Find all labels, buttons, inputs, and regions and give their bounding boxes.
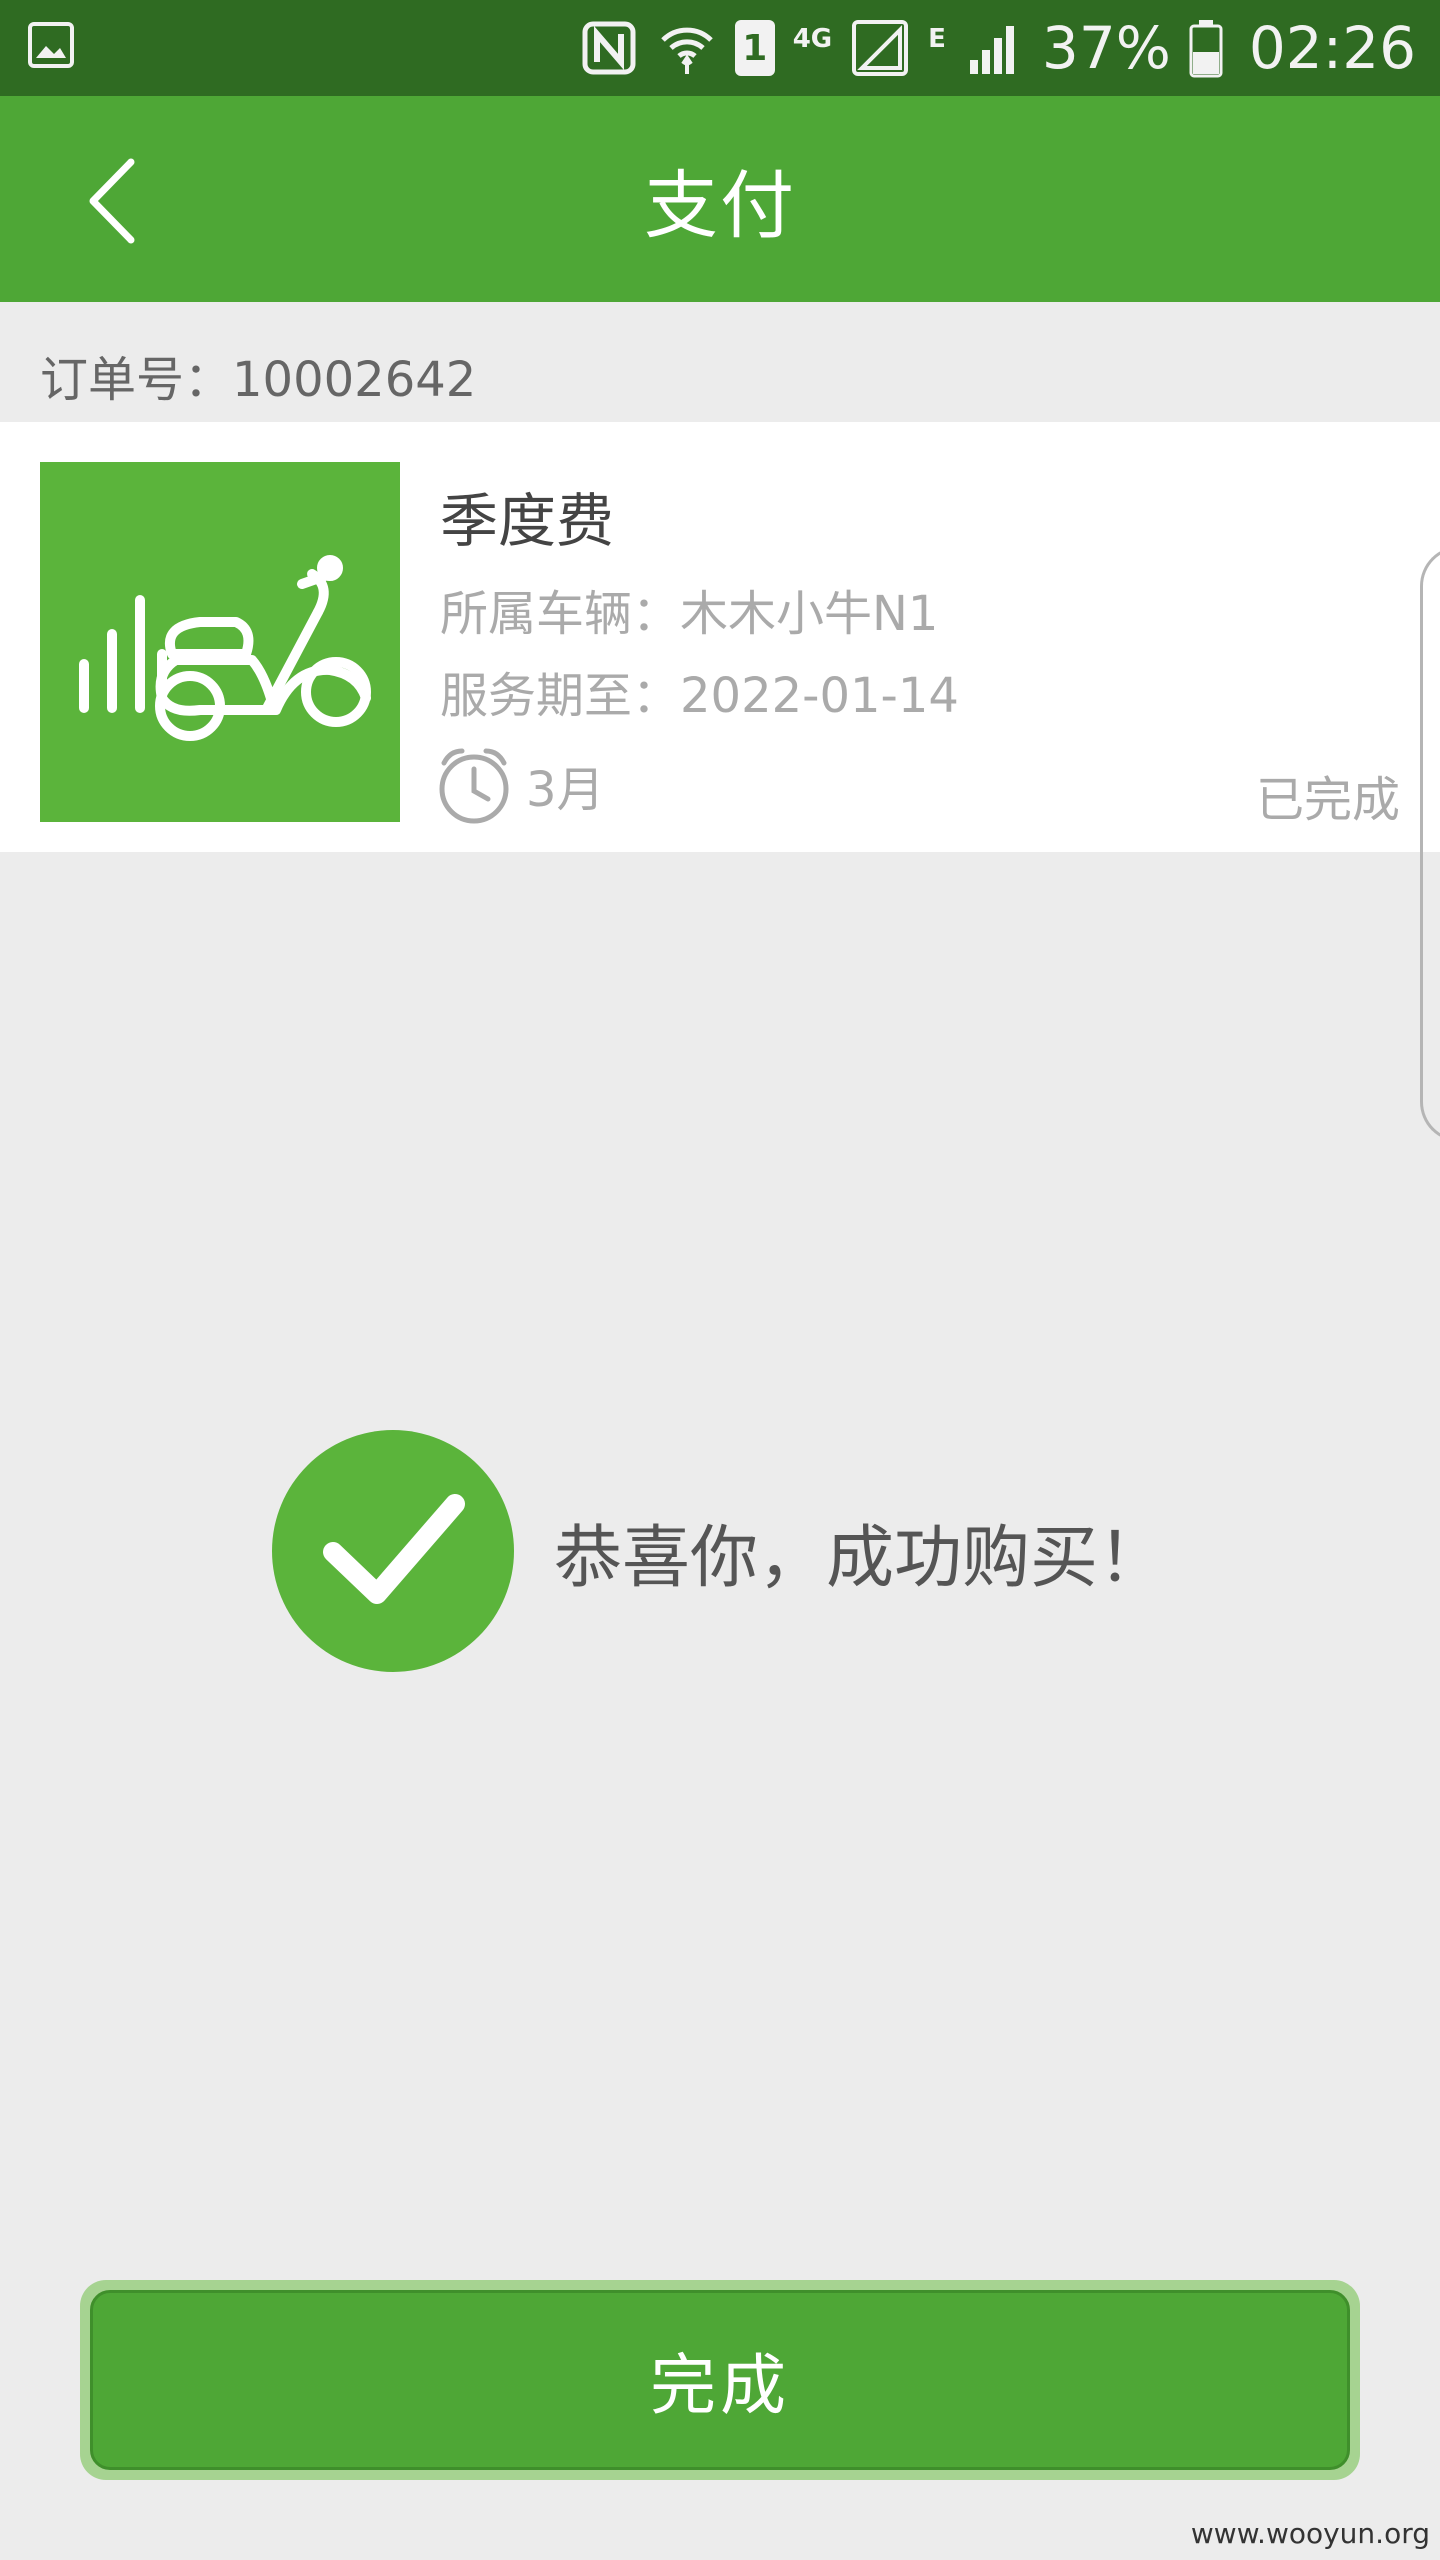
order-number-row: 订单号：10002642 <box>0 302 1440 422</box>
network-type-label: 4G <box>792 24 833 54</box>
order-card: 季度费 所属车辆：木木小牛N1 服务期至：2022-01-14 3月 已完成 <box>0 422 1440 852</box>
app-header: 支付 <box>0 96 1440 302</box>
gallery-icon <box>28 22 74 68</box>
battery-icon <box>1189 20 1223 78</box>
status-time: 02:26 <box>1248 14 1416 82</box>
done-button-focus-ring: 完成 <box>80 2280 1360 2480</box>
duration-info: 3月 <box>436 742 605 828</box>
success-message: 恭喜你，成功购买！ <box>272 1428 1166 1674</box>
signal-icon <box>852 20 909 76</box>
product-thumbnail <box>40 462 400 822</box>
edge-label: E <box>928 24 946 54</box>
alarm-clock-icon <box>439 748 509 824</box>
scooter-icon <box>79 555 371 741</box>
page-title: 支付 <box>644 162 796 249</box>
service-expiry: 服务期至：2022-01-14 <box>440 668 959 724</box>
order-status: 已完成 <box>1255 772 1400 828</box>
wifi-icon <box>660 27 713 74</box>
sim-icon: 1 <box>734 20 775 76</box>
battery-percent: 37% <box>1041 14 1171 82</box>
chevron-left-icon <box>89 158 135 244</box>
done-button[interactable]: 完成 <box>90 2290 1350 2470</box>
success-badge <box>272 1430 514 1672</box>
watermark: www.wooyun.org <box>1190 2517 1430 2550</box>
order-number: 订单号：10002642 <box>40 352 477 408</box>
product-name: 季度费 <box>440 487 615 555</box>
sim-slot-label: 1 <box>742 27 768 69</box>
status-icons: 1 4G E 37% 02:26 <box>579 0 1416 96</box>
back-button[interactable] <box>58 146 168 256</box>
success-text: 恭喜你，成功购买！ <box>554 1518 1167 1598</box>
checkmark-icon <box>323 1494 465 1604</box>
nfc-icon <box>582 21 636 75</box>
vehicle-info: 所属车辆：木木小牛N1 <box>440 586 939 642</box>
status-bar: 1 4G E 37% 02:26 <box>0 0 1440 96</box>
edge-panel-handle[interactable] <box>1420 546 1440 1142</box>
duration-value: 3月 <box>526 762 605 818</box>
signal-strength-icon <box>969 26 1014 74</box>
